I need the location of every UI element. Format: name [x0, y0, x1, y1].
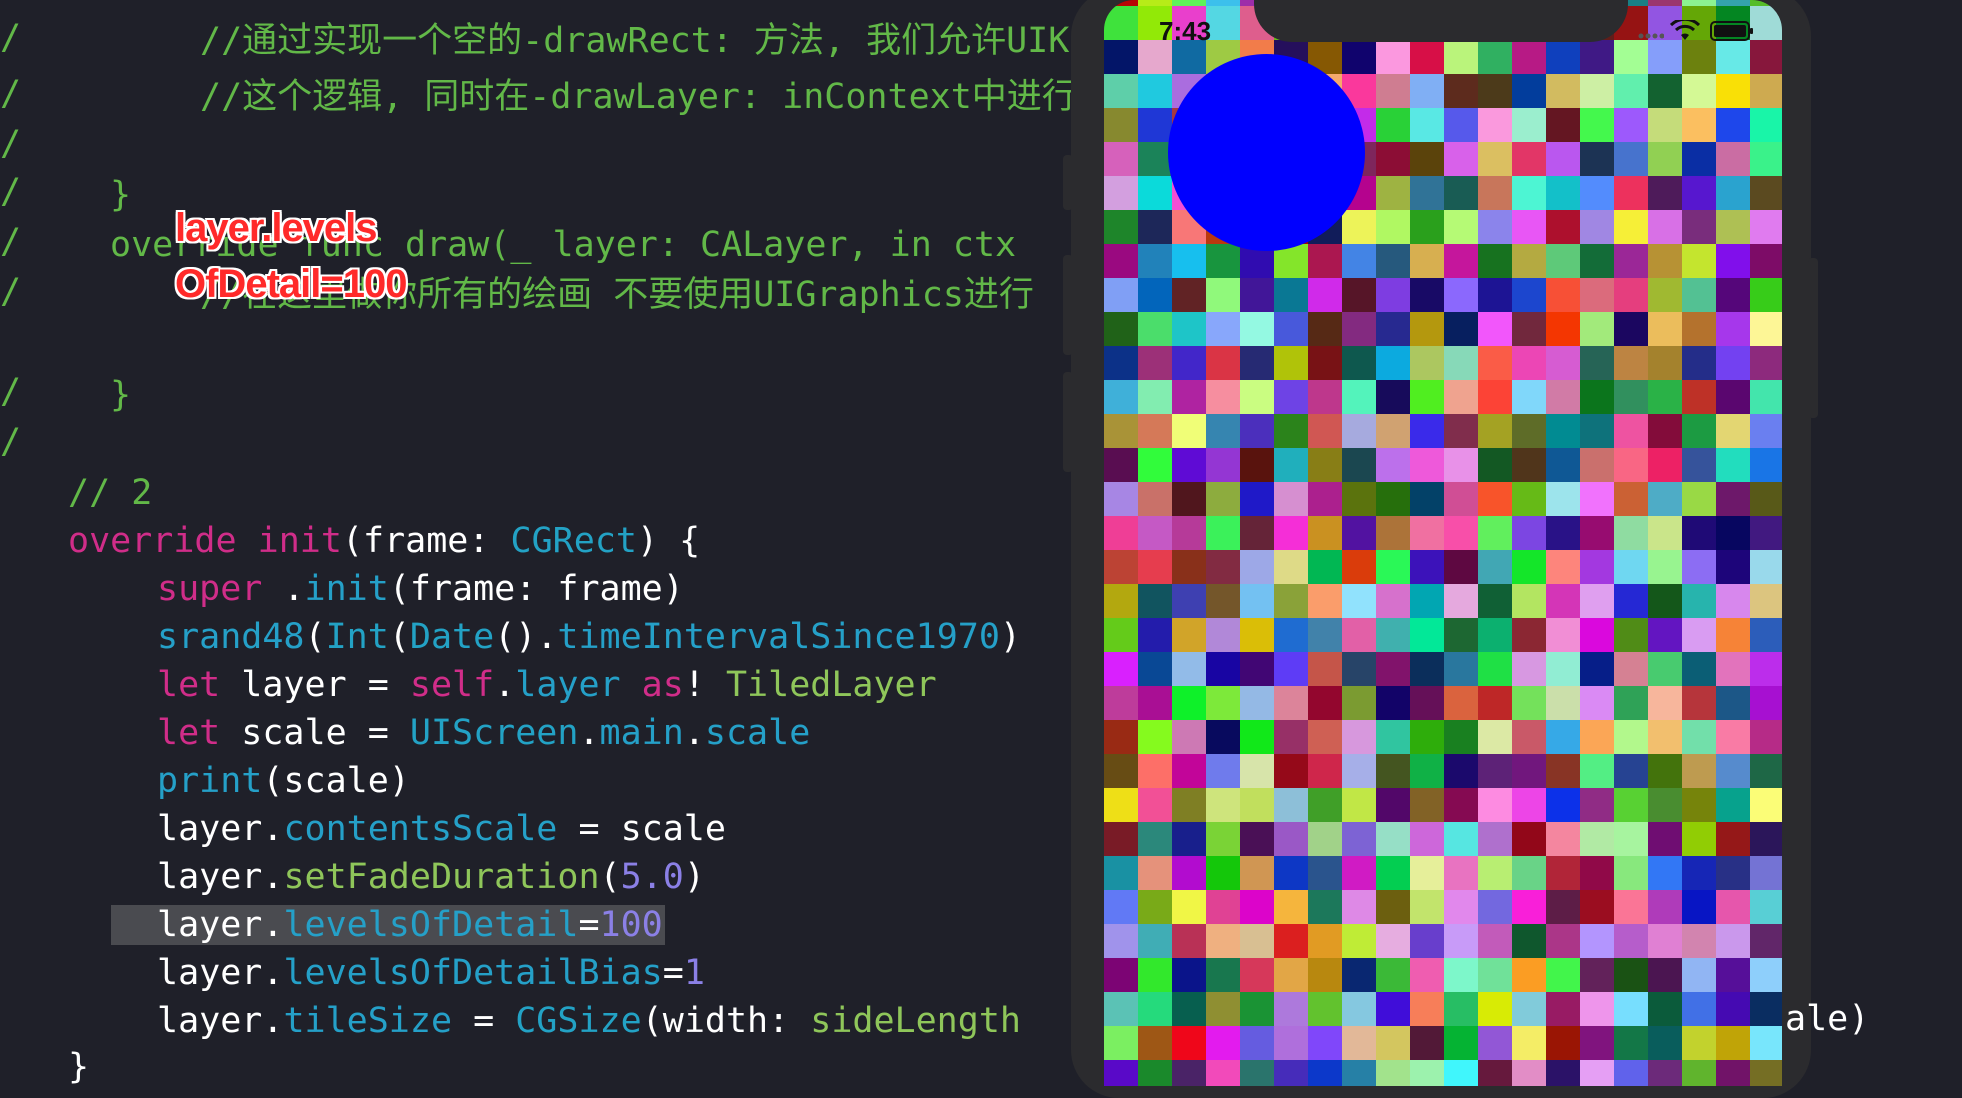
code-line-tile-size: layer.tileSize = CGSize(width: sideLengt… [157, 1001, 1021, 1041]
wifi-icon [1670, 20, 1700, 40]
code-line-let-layer: let layer = self.layer as! TiledLayer [157, 665, 937, 705]
code-line-levels-of-detail-highlighted[interactable]: layer.levelsOfDetail=100 [111, 902, 665, 948]
blue-circle [1168, 54, 1365, 251]
gutter-mark: / [0, 222, 22, 262]
code-line-comment: // 2 [68, 473, 153, 513]
battery-icon [1710, 21, 1753, 41]
code-line-brace: } [110, 375, 132, 415]
code-line-contents-scale: layer.contentsScale = scale [157, 809, 726, 849]
code-line-brace: } [68, 1047, 90, 1087]
code-line-let-scale: let scale = UIScreen.main.scale [157, 713, 811, 753]
status-time: 7:43 [1159, 16, 1212, 46]
code-line-comment: //通过实现一个空的-drawRect: 方法, 我们允许UIK [200, 21, 1070, 61]
side-button [1063, 255, 1073, 355]
gutter-mark: / [0, 422, 22, 462]
code-line-print: print(scale) [157, 761, 410, 801]
side-button [1808, 258, 1818, 418]
gutter-mark: / [0, 74, 22, 114]
gutter-mark: / [0, 18, 22, 58]
gutter-mark: / [0, 372, 22, 412]
code-line-fade: layer.setFadeDuration(5.0) [157, 857, 705, 897]
gutter-mark: / [0, 272, 22, 312]
code-line-levels-of-detail-bias: layer.levelsOfDetailBias=1 [157, 953, 705, 993]
code-line-overflow: ale) [1785, 999, 1870, 1039]
gutter-mark: / [0, 124, 22, 164]
annotation-label: layer.levels OfDetail=100 [175, 206, 407, 306]
gutter-mark: / [0, 172, 22, 212]
code-line-super: super .init(frame: frame) [157, 569, 684, 609]
code-line-brace: } [110, 175, 132, 215]
side-button [1063, 372, 1073, 472]
signal-icon [1638, 33, 1664, 39]
side-button [1063, 155, 1073, 210]
code-line-init: override init(frame: CGRect) { [68, 521, 701, 561]
code-line-srand: srand48(Int(Date().timeIntervalSince1970… [157, 617, 1021, 657]
code-line-comment: //这个逻辑, 同时在-drawLayer: inContext中进行 [200, 77, 1077, 117]
device-notch [1254, 0, 1628, 42]
